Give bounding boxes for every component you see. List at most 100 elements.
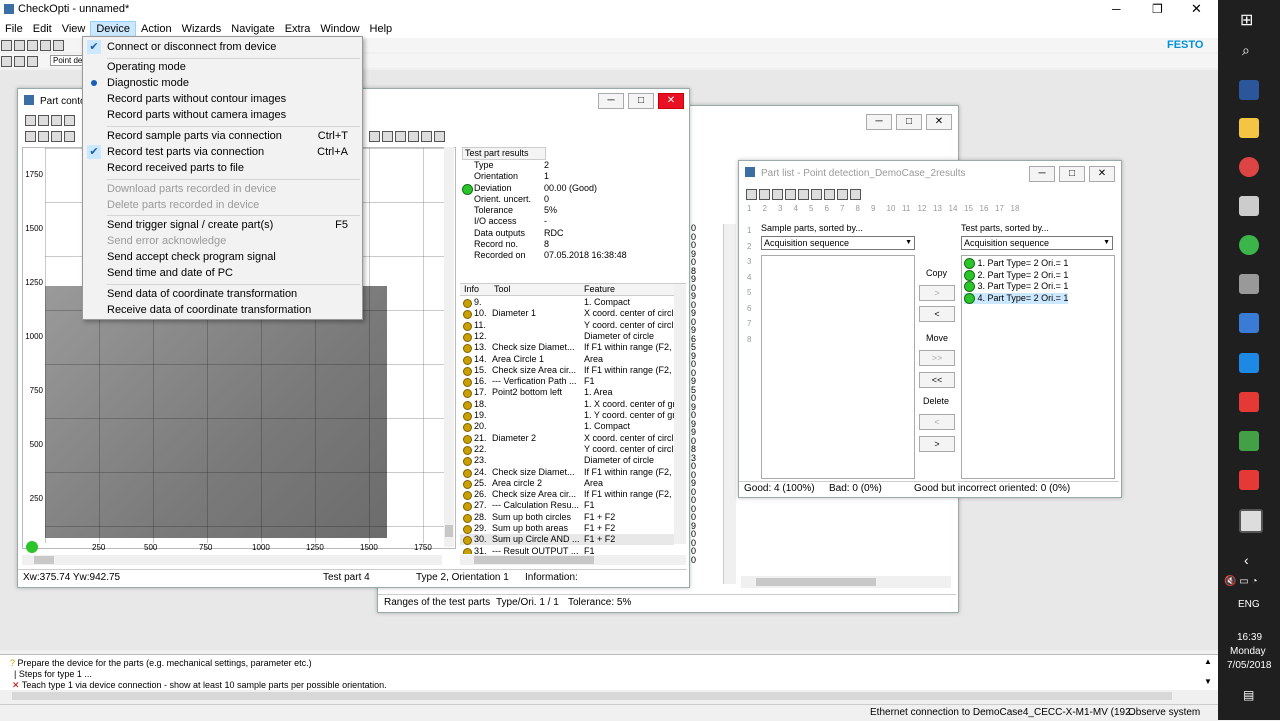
menu-item-send-trigger[interactable]: Send trigger signal / create part(s) F5 xyxy=(83,217,362,233)
tool-icon[interactable] xyxy=(64,131,75,142)
menu-item-delete-recorded[interactable]: Delete parts recorded in device xyxy=(83,197,362,213)
sample-sort-select[interactable]: Acquisition sequence ▼ xyxy=(761,236,915,250)
app-icon[interactable] xyxy=(1239,470,1259,490)
app-icon[interactable] xyxy=(1239,196,1259,216)
scroll-thumb[interactable] xyxy=(756,578,876,586)
menu-item-accept-check[interactable]: Send accept check program signal xyxy=(83,249,362,265)
menu-view[interactable]: View xyxy=(57,21,91,37)
col-header-feature[interactable]: Feature xyxy=(584,284,615,295)
tool-icon[interactable] xyxy=(1,56,12,67)
table-row[interactable]: 21. Diameter 2 X coord. center of circl xyxy=(460,433,674,444)
menu-action[interactable]: Action xyxy=(136,21,177,37)
range-scrollbar[interactable] xyxy=(723,224,736,584)
menu-item-receive-coord[interactable]: Receive data of coordinate transformatio… xyxy=(83,302,362,318)
scroll-thumb[interactable] xyxy=(34,556,54,564)
menu-item-record-sample[interactable]: Record sample parts via connection Ctrl+T xyxy=(83,128,362,144)
prev-icon[interactable] xyxy=(746,189,757,200)
delete-right-button[interactable]: > xyxy=(919,436,955,452)
search-icon[interactable]: ⌕ xyxy=(1242,42,1250,59)
table-row[interactable]: 16. --- Verfication Path ... F1 xyxy=(460,376,674,388)
menu-wizards[interactable]: Wizards xyxy=(177,21,227,37)
maximize-icon[interactable]: □ xyxy=(1059,166,1085,182)
sample-parts-list[interactable] xyxy=(761,255,915,479)
word-icon[interactable] xyxy=(1239,80,1259,100)
tool-icon[interactable] xyxy=(395,131,406,142)
first-icon[interactable] xyxy=(38,115,49,126)
notification-icon[interactable]: ▤ xyxy=(1243,688,1254,702)
app-icon[interactable] xyxy=(1239,235,1259,255)
scroll-up-icon[interactable]: ▲ xyxy=(1204,657,1212,666)
app-icon[interactable] xyxy=(1239,353,1259,373)
range-hscrollbar[interactable] xyxy=(741,576,951,588)
copy-icon[interactable] xyxy=(25,131,36,142)
table-row[interactable]: 9. 1. Compact xyxy=(460,297,674,308)
list-item[interactable]: 3. Part Type= 2 Ori.= 1 xyxy=(964,281,1068,293)
clock-time[interactable]: 16:39 xyxy=(1237,632,1262,643)
menu-window[interactable]: Window xyxy=(315,21,364,37)
copy-icon[interactable] xyxy=(785,189,796,200)
table-row[interactable]: 31. --- Result OUTPUT ... F1 xyxy=(460,546,674,554)
list-item[interactable]: 4. Part Type= 2 Ori.= 1 xyxy=(964,292,1069,304)
table-row[interactable]: 20. 1. Compact xyxy=(460,421,674,433)
table-row[interactable]: 11. Y coord. center of circl xyxy=(460,320,674,331)
menu-item-record-test[interactable]: ✔ Record test parts via connection Ctrl+A xyxy=(83,144,362,160)
log-line[interactable]: | Steps for type 1 ... xyxy=(14,669,92,679)
minimize-icon[interactable]: ─ xyxy=(866,114,892,130)
menu-item-record-no-contour[interactable]: Record parts without contour images xyxy=(83,91,362,107)
close-icon[interactable]: ✕ xyxy=(926,114,952,130)
language-indicator[interactable]: ENG xyxy=(1238,599,1260,610)
table-row[interactable]: 17. Point2 bottom left 1. Area xyxy=(460,387,674,399)
minimize-icon[interactable]: ─ xyxy=(598,93,624,109)
part-selector[interactable]: Point detec xyxy=(50,55,86,66)
list-item[interactable]: 2. Part Type= 2 Ori.= 1 xyxy=(964,270,1068,282)
table-row[interactable]: 13. Check size Diamet... If F1 within rang… xyxy=(460,342,674,354)
restore-icon[interactable]: ❐ xyxy=(1152,2,1163,16)
col-header-tool[interactable]: Tool xyxy=(494,284,511,295)
windows-start-icon[interactable]: ⊞ xyxy=(1240,10,1253,30)
table-row[interactable]: 24. Check size Diamet... If F1 within rang… xyxy=(460,467,674,478)
chevron-left-icon[interactable]: ‹ xyxy=(1244,552,1249,568)
app-icon[interactable] xyxy=(1239,431,1259,451)
menu-extra[interactable]: Extra xyxy=(280,21,316,37)
tool-table-scrollbar[interactable] xyxy=(674,284,686,544)
close-icon[interactable]: ✕ xyxy=(1089,166,1115,182)
save-icon[interactable] xyxy=(27,40,38,51)
table-row[interactable]: 19. 1. Y coord. center of gr xyxy=(460,410,674,421)
menu-item-operating-mode[interactable]: Operating mode xyxy=(83,59,362,75)
tool-icon[interactable] xyxy=(850,189,861,200)
table-row[interactable]: 28. Sum up both circles F1 + F2 xyxy=(460,512,674,523)
test-sort-select[interactable]: Acquisition sequence ▼ xyxy=(961,236,1113,250)
menu-device[interactable]: Device xyxy=(90,21,136,37)
back-icon[interactable] xyxy=(14,56,25,67)
app-icon[interactable] xyxy=(1239,313,1259,333)
menu-edit[interactable]: Edit xyxy=(28,21,57,37)
table-row[interactable]: 30. Sum up Circle AND ... F1 + F2 xyxy=(460,534,674,546)
table-row[interactable]: 10. Diameter 1 X coord. center of circl xyxy=(460,308,674,320)
test-parts-list[interactable]: 1. Part Type= 2 Ori.= 1 2. Part Type= 2 … xyxy=(961,255,1115,479)
move-right-button[interactable]: >> xyxy=(919,350,955,366)
log-hscrollbar[interactable] xyxy=(0,690,1218,702)
maximize-icon[interactable]: □ xyxy=(628,93,654,109)
minimize-icon[interactable]: ─ xyxy=(1029,166,1055,182)
copy-left-button[interactable]: < xyxy=(919,306,955,322)
scroll-thumb[interactable] xyxy=(474,556,594,564)
tool-icon[interactable] xyxy=(369,131,380,142)
tool-icon[interactable] xyxy=(837,189,848,200)
open-folder-icon[interactable] xyxy=(14,40,25,51)
table-row[interactable]: 22. Y coord. center of circl xyxy=(460,444,674,455)
prev-icon[interactable] xyxy=(51,115,62,126)
snipping-tool-icon[interactable] xyxy=(1239,157,1259,177)
tray-icons[interactable]: 🔇 ▭ ◔ xyxy=(1224,576,1258,587)
checkopti-app-icon[interactable] xyxy=(1239,509,1263,533)
delete-icon[interactable] xyxy=(811,189,822,200)
menu-item-download[interactable]: Download parts recorded in device xyxy=(83,181,362,197)
table-row[interactable]: 12. Diameter of circle xyxy=(460,331,674,342)
menu-item-time-date[interactable]: Send time and date of PC xyxy=(83,265,362,281)
tool-icon[interactable] xyxy=(382,131,393,142)
menu-item-record-no-camera[interactable]: Record parts without camera images xyxy=(83,107,362,123)
plot-vscrollbar[interactable] xyxy=(444,147,454,547)
tool-icon[interactable] xyxy=(408,131,419,142)
scroll-thumb[interactable] xyxy=(445,525,453,537)
plot-hscrollbar[interactable] xyxy=(22,555,442,565)
maximize-icon[interactable]: □ xyxy=(896,114,922,130)
